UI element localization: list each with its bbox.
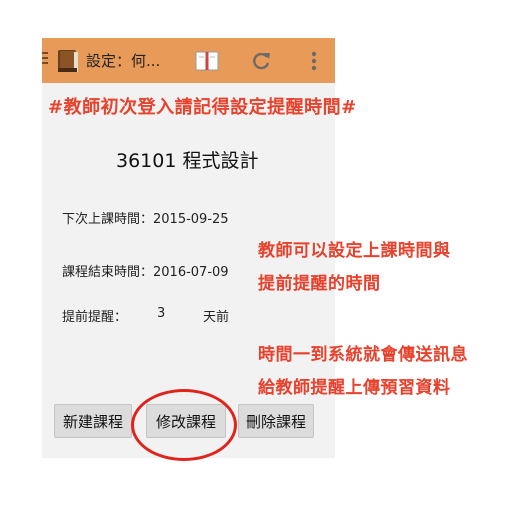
next-class-time[interactable]: 下次上課時間：2015-09-25	[62, 208, 229, 227]
annotation-side-2: 提前提醒的時間	[258, 274, 381, 294]
course-title: 36101 程式設計	[116, 150, 259, 172]
annotation-top: #教師初次登入請記得設定提醒時間#	[48, 97, 357, 118]
stage: 設定：何... #教師初次登入請記得設定提醒時間# 36101 程式設計 下次上…	[0, 0, 521, 521]
refresh-icon[interactable]	[247, 47, 275, 75]
delete-course-button[interactable]: 刪除課程	[238, 404, 314, 438]
remind-label: 提前提醒：	[62, 310, 128, 325]
annotation-side-1: 教師可以設定上課時間與	[258, 241, 451, 261]
remind-days-value[interactable]: 3	[157, 306, 165, 321]
book-icon[interactable]	[193, 47, 221, 75]
course-end-time[interactable]: 課程結束時間：2016-07-09	[62, 261, 229, 280]
new-course-button[interactable]: 新建課程	[54, 404, 132, 438]
drawer-indicator-icon[interactable]	[42, 52, 48, 68]
app-book-icon[interactable]	[56, 48, 80, 74]
annotation-side-4: 給教師提醒上傳預習資料	[258, 378, 451, 398]
highlight-circle	[131, 389, 237, 461]
action-bar: 設定：何...	[42, 38, 335, 83]
annotation-side-3: 時間一到系統就會傳送訊息	[258, 345, 468, 365]
action-bar-title: 設定：何...	[86, 52, 161, 70]
overflow-menu-icon[interactable]	[300, 47, 328, 75]
remind-days-unit: 天前	[203, 310, 230, 325]
